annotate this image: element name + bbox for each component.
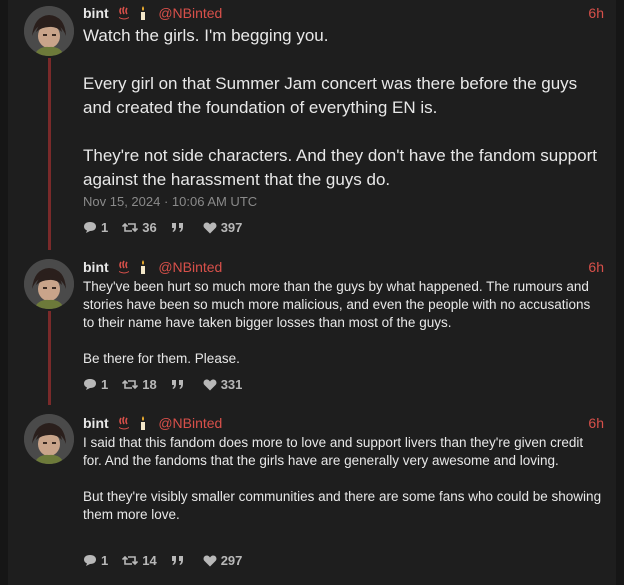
- hot-springs-icon: [117, 416, 131, 434]
- display-name[interactable]: bint: [83, 5, 109, 21]
- timestamp[interactable]: 6h: [588, 4, 604, 22]
- tweet-paragraph: They're not side characters. And they do…: [83, 146, 597, 189]
- tweet-paragraph: They've been hurt so much more than the …: [83, 279, 591, 330]
- user-handle[interactable]: @NBinted: [158, 415, 222, 431]
- retweet-icon: [122, 379, 139, 390]
- tweet-paragraph: Be there for them. Please.: [83, 351, 240, 366]
- quote-button[interactable]: [171, 222, 189, 234]
- heart-icon: [203, 222, 217, 233]
- hot-springs-icon: [117, 6, 131, 24]
- avatar[interactable]: [24, 414, 74, 464]
- tweet-3[interactable]: bint @NBinted 6h I said that this fandom…: [8, 405, 616, 585]
- quote-icon: [171, 379, 183, 389]
- user-handle[interactable]: @NBinted: [158, 259, 222, 275]
- thread-line: [48, 58, 51, 250]
- retweet-icon: [122, 222, 139, 233]
- retweet-icon: [122, 555, 139, 566]
- tweet-body: They've been hurt so much more than the …: [83, 278, 602, 368]
- tweet-body: Watch the girls. I'm begging you. Every …: [83, 24, 602, 192]
- tweet-header: bint @NBinted 6h: [83, 4, 604, 22]
- reply-button[interactable]: 1: [83, 553, 108, 568]
- tweet-date[interactable]: Nov 15, 2024 · 10:06 AM UTC: [83, 194, 257, 209]
- user-handle[interactable]: @NBinted: [158, 5, 222, 21]
- reply-count: 1: [101, 553, 109, 568]
- hot-springs-icon: [117, 260, 131, 278]
- reply-button[interactable]: 1: [83, 220, 108, 235]
- heart-icon: [203, 555, 217, 566]
- like-count: 331: [220, 377, 243, 392]
- retweet-button[interactable]: 14: [122, 553, 157, 568]
- quote-button[interactable]: [171, 379, 189, 391]
- tweet-stats: 1 18 331: [83, 377, 256, 392]
- timeline-panel: bint @NBinted 6h Watch the girls. I'm be…: [8, 0, 616, 585]
- tweet-paragraph: I said that this fandom does more to lov…: [83, 435, 584, 468]
- quote-icon: [171, 222, 183, 232]
- heart-icon: [203, 379, 217, 390]
- like-button[interactable]: 297: [203, 553, 243, 568]
- tweet-2[interactable]: bint @NBinted 6h They've been hurt so mu…: [8, 250, 616, 405]
- like-count: 397: [220, 220, 243, 235]
- retweet-button[interactable]: 36: [122, 220, 157, 235]
- retweet-button[interactable]: 18: [122, 377, 157, 392]
- candle-icon: [138, 6, 148, 24]
- tweet-paragraph: But they're visibly smaller communities …: [83, 489, 602, 522]
- timestamp[interactable]: 6h: [588, 414, 604, 432]
- window-edge: [616, 0, 624, 585]
- tweet-body: I said that this fandom does more to lov…: [83, 434, 602, 524]
- tweet-stats: 1 36 397: [83, 220, 256, 235]
- thread-line: [48, 311, 51, 405]
- tweet-paragraph: Every girl on that Summer Jam concert wa…: [83, 74, 578, 117]
- like-button[interactable]: 397: [203, 220, 243, 235]
- candle-icon: [138, 416, 148, 434]
- tweet-stats: 1 14 297: [83, 553, 256, 568]
- retweet-count: 36: [142, 220, 157, 235]
- avatar[interactable]: [24, 6, 74, 56]
- reply-button[interactable]: 1: [83, 377, 108, 392]
- like-button[interactable]: 331: [203, 377, 243, 392]
- tweet-paragraph: Watch the girls. I'm begging you.: [83, 26, 329, 45]
- reply-count: 1: [101, 377, 109, 392]
- tweet-header: bint @NBinted 6h: [83, 414, 604, 432]
- like-count: 297: [220, 553, 243, 568]
- comment-icon: [84, 222, 96, 233]
- tweet-1[interactable]: bint @NBinted 6h Watch the girls. I'm be…: [8, 0, 616, 250]
- retweet-count: 18: [142, 377, 157, 392]
- quote-icon: [171, 555, 183, 565]
- quote-button[interactable]: [171, 555, 189, 567]
- reply-count: 1: [101, 220, 109, 235]
- candle-icon: [138, 260, 148, 278]
- comment-icon: [84, 555, 96, 566]
- timestamp[interactable]: 6h: [588, 258, 604, 276]
- display-name[interactable]: bint: [83, 259, 109, 275]
- display-name[interactable]: bint: [83, 415, 109, 431]
- avatar[interactable]: [24, 259, 74, 309]
- tweet-header: bint @NBinted 6h: [83, 258, 604, 276]
- comment-icon: [84, 379, 96, 390]
- retweet-count: 14: [142, 553, 157, 568]
